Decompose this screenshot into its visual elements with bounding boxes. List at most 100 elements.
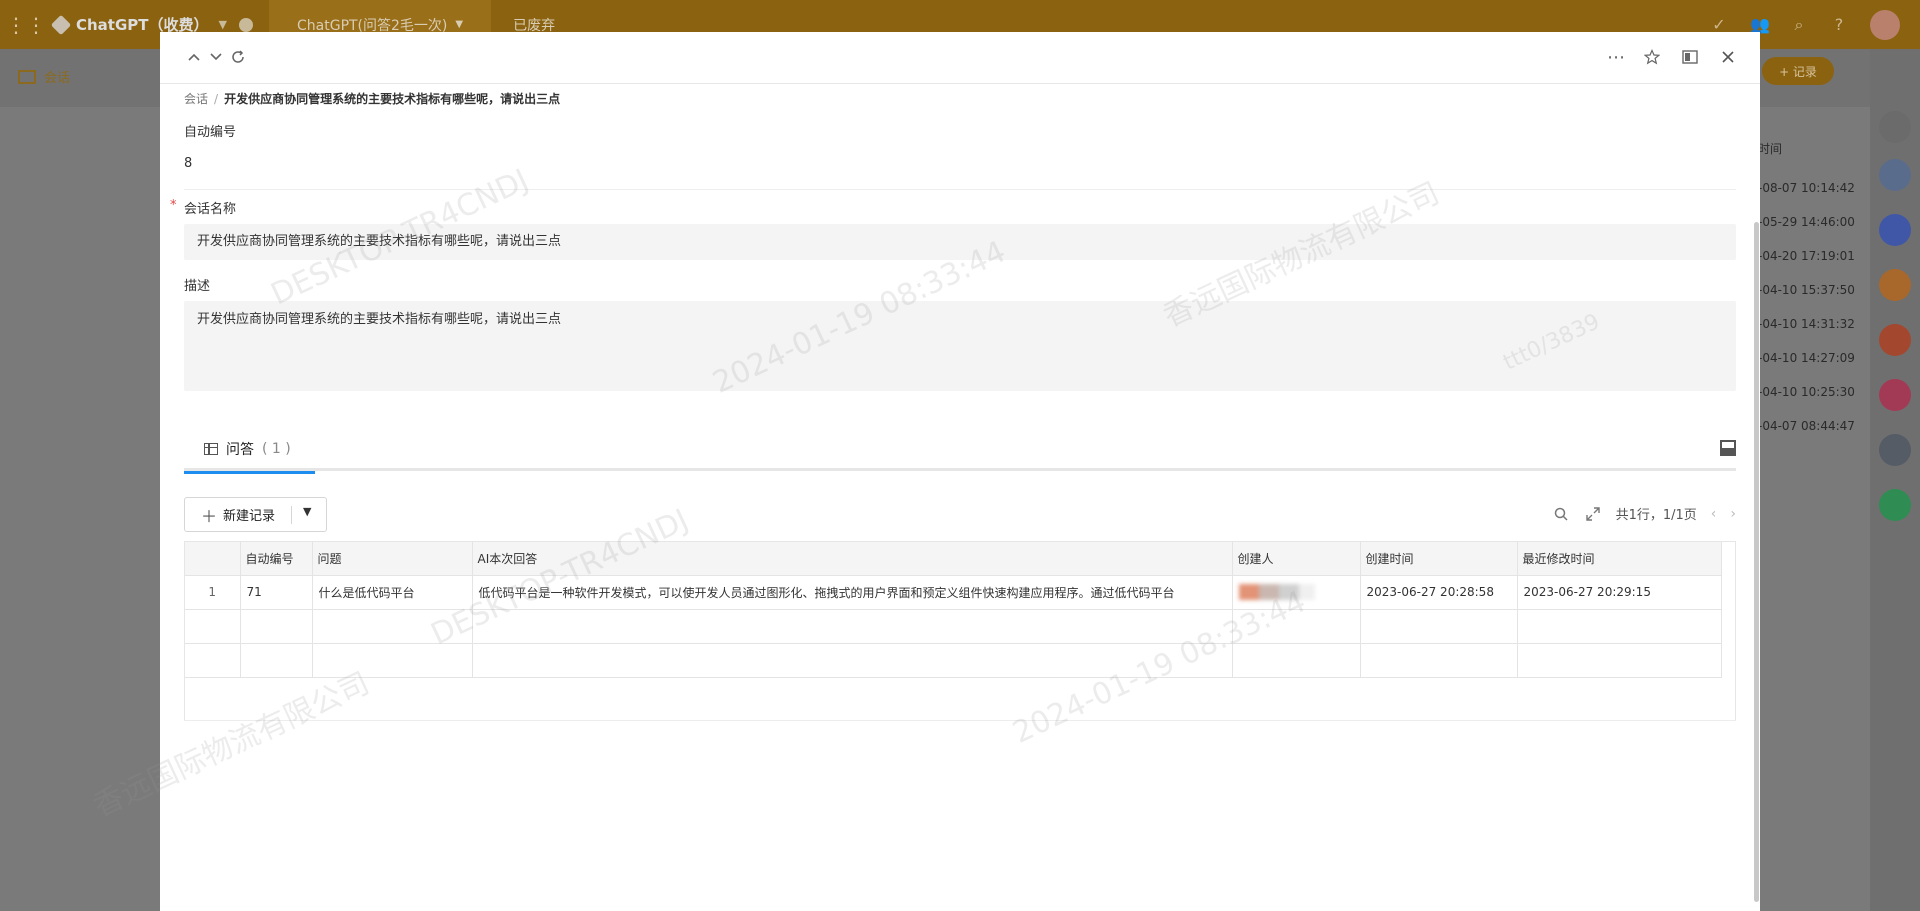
- description-textarea[interactable]: 开发供应商协同管理系统的主要技术指标有哪些呢，请说出三点: [184, 301, 1736, 391]
- description-label: 描述: [184, 279, 211, 294]
- tab-count: ( 1 ): [262, 440, 291, 457]
- tab-label: 问答: [226, 441, 254, 458]
- column-header[interactable]: 创建时间: [1360, 542, 1518, 576]
- column-header[interactable]: 最近修改时间: [1517, 542, 1722, 576]
- star-icon[interactable]: [1642, 47, 1662, 67]
- layout-icon[interactable]: [1720, 440, 1736, 456]
- table-tools: 共1行，1/1页 ‹ ›: [1552, 504, 1736, 523]
- cell-answer[interactable]: 低代码平台是一种软件开发模式，可以使开发人员通过图形化、拖拽式的用户界面和预定义…: [472, 575, 1233, 610]
- session-name-input[interactable]: 开发供应商协同管理系统的主要技术指标有哪些呢，请说出三点: [184, 224, 1736, 260]
- list-item[interactable]: -04-10 10:25:30: [1758, 375, 1855, 409]
- notification-icon[interactable]: [1879, 159, 1911, 191]
- list-item[interactable]: -04-20 17:19:01: [1758, 239, 1855, 273]
- empty-cell: [240, 643, 313, 678]
- auto-no-value: 8: [184, 156, 193, 171]
- empty-cell: [1360, 643, 1518, 678]
- right-app-rail: [1870, 49, 1920, 911]
- breadcrumb-separator: /: [214, 92, 219, 106]
- breadcrumb-current: 开发供应商协同管理系统的主要技术指标有哪些呢，请说出三点: [224, 92, 561, 106]
- check-icon[interactable]: [1879, 489, 1911, 521]
- list-item[interactable]: -04-10 14:31:32: [1758, 307, 1855, 341]
- bell-icon[interactable]: [1879, 111, 1911, 143]
- list-item[interactable]: -04-07 08:44:47: [1758, 409, 1855, 443]
- prev-page-icon[interactable]: ‹: [1711, 506, 1717, 522]
- list-item[interactable]: -04-10 14:27:09: [1758, 341, 1855, 375]
- breadcrumb: 会话 / 开发供应商协同管理系统的主要技术指标有哪些呢，请说出三点: [184, 90, 560, 107]
- empty-cell: [1517, 643, 1722, 678]
- refresh-icon[interactable]: [228, 47, 248, 67]
- auto-no-label: 自动编号: [184, 125, 237, 140]
- cell-question[interactable]: 什么是低代码平台: [312, 575, 473, 610]
- vertical-scrollbar[interactable]: [1754, 222, 1759, 902]
- close-icon[interactable]: [1718, 47, 1738, 67]
- table-row[interactable]: 1 71 什么是低代码平台 低代码平台是一种软件开发模式，可以使开发人员通过图形…: [185, 575, 1722, 610]
- cell-auto-no[interactable]: 71: [240, 575, 313, 610]
- plus-icon: ＋: [201, 506, 218, 526]
- column-header[interactable]: 自动编号: [240, 542, 313, 576]
- field-divider: [184, 189, 1736, 190]
- breadcrumb-parent[interactable]: 会话: [184, 92, 208, 106]
- subtable-tab-bar: 问答 ( 1 ): [184, 426, 1736, 474]
- column-header[interactable]: 问题: [312, 542, 473, 576]
- apps-icon[interactable]: [1879, 269, 1911, 301]
- session-name-label: 会话名称: [184, 202, 237, 217]
- modal-header: ⋯: [160, 32, 1760, 84]
- record-detail-modal: ⋯ 会话 / 开发供应商协同管理系统的主要技术指标有哪些呢，请说出三点 自动编号 8…: [160, 32, 1760, 911]
- check-circle-icon[interactable]: ✓: [1710, 15, 1728, 34]
- list-item[interactable]: -08-07 10:14:42: [1758, 171, 1855, 205]
- users-icon[interactable]: 👥: [1750, 15, 1770, 34]
- side-panel-icon[interactable]: [1680, 47, 1700, 67]
- empty-cell: [312, 609, 473, 644]
- avatar-icon[interactable]: [1879, 324, 1911, 356]
- empty-cell: [1517, 609, 1722, 644]
- list-item[interactable]: -05-29 14:46:00: [1758, 205, 1855, 239]
- table-icon: [204, 442, 218, 455]
- cube-logo-icon: [50, 14, 72, 35]
- tab-qa[interactable]: 问答 ( 1 ): [184, 426, 315, 474]
- expand-icon[interactable]: [1584, 505, 1602, 523]
- empty-cell: [472, 643, 1233, 678]
- group-icon[interactable]: [1879, 379, 1911, 411]
- creator-avatar: [1238, 584, 1315, 600]
- sidebar-item-session[interactable]: 会话: [18, 67, 70, 86]
- next-page-icon[interactable]: ›: [1730, 506, 1736, 522]
- list-item[interactable]: -04-10 15:37:50: [1758, 273, 1855, 307]
- empty-cell: [240, 609, 313, 644]
- cell-creator[interactable]: [1232, 575, 1361, 610]
- required-mark: *: [170, 198, 177, 213]
- cell-modified[interactable]: 2023-06-27 20:29:15: [1517, 575, 1722, 610]
- cell-created[interactable]: 2023-06-27 20:28:58: [1360, 575, 1518, 610]
- button-split-divider: [291, 506, 292, 524]
- empty-cell: [1360, 609, 1518, 644]
- briefcase-icon[interactable]: [1879, 434, 1911, 466]
- empty-cell: [312, 643, 473, 678]
- chevron-down-icon[interactable]: ▼: [219, 18, 227, 31]
- column-header[interactable]: 创建人: [1232, 542, 1361, 576]
- lightning-icon[interactable]: [1879, 214, 1911, 246]
- more-icon[interactable]: ⋯: [1606, 47, 1626, 68]
- new-record-button[interactable]: ＋ 新建记录 ▼: [184, 497, 327, 532]
- qa-table: 自动编号 问题 AI本次回答 创建人 创建时间 最近修改时间 1 71 什么是低…: [184, 541, 1736, 721]
- table-header-row: 自动编号 问题 AI本次回答 创建人 创建时间 最近修改时间: [185, 542, 1722, 576]
- info-icon[interactable]: [239, 17, 253, 32]
- chevron-down-icon[interactable]: [206, 47, 226, 67]
- empty-cell: [185, 609, 241, 644]
- apps-grid-icon[interactable]: ⋮⋮: [6, 11, 46, 39]
- caret-down-icon[interactable]: ▼: [303, 505, 311, 518]
- user-avatar[interactable]: [1870, 9, 1900, 40]
- search-icon[interactable]: [1552, 505, 1570, 523]
- pager-summary: 共1行，1/1页: [1615, 508, 1697, 523]
- search-icon[interactable]: ⌕: [1790, 15, 1808, 34]
- column-header[interactable]: AI本次回答: [472, 542, 1233, 576]
- empty-cell: [1232, 609, 1361, 644]
- chevron-down-icon: ▼: [455, 19, 464, 30]
- help-icon[interactable]: ?: [1830, 15, 1848, 34]
- column-header: 时间: [1758, 142, 1783, 156]
- add-record-button[interactable]: + 记录: [1762, 57, 1834, 85]
- empty-cell: [185, 643, 241, 678]
- new-record-label: 新建记录: [223, 509, 276, 524]
- empty-cell: [1232, 643, 1361, 678]
- chevron-up-icon[interactable]: [184, 47, 204, 67]
- table-row-empty: [185, 609, 1722, 644]
- table-icon: [18, 69, 36, 84]
